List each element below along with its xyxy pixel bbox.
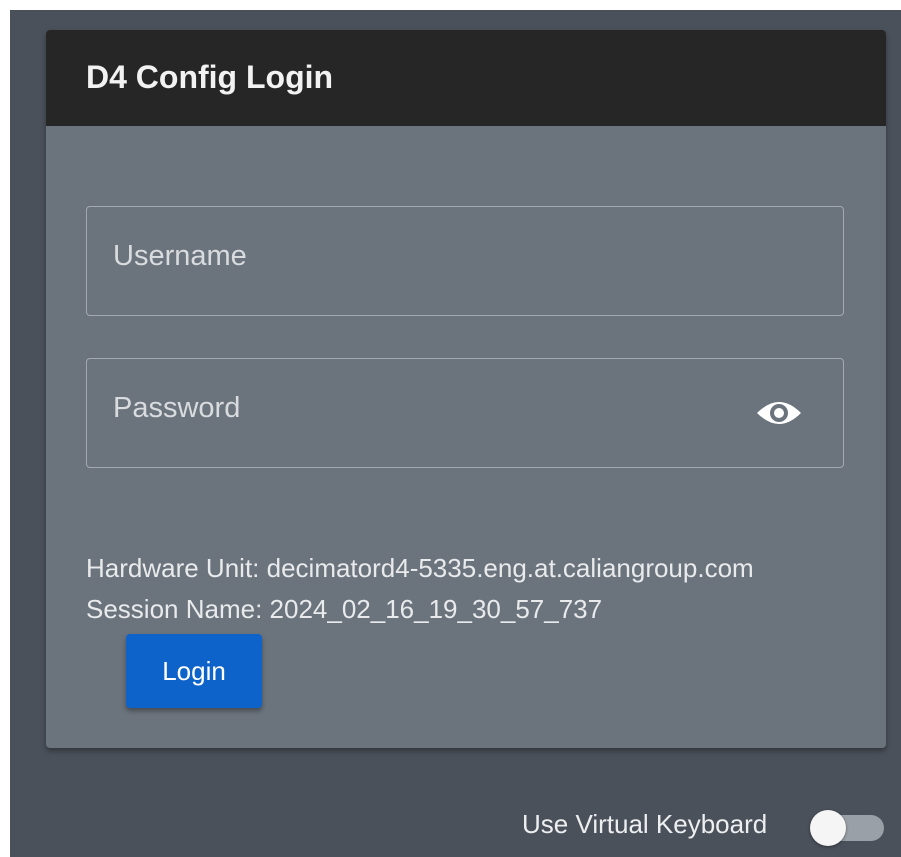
session-name-text: Session Name: 2024_02_16_19_30_57_737 — [86, 594, 603, 624]
login-button[interactable]: Login — [126, 634, 262, 708]
password-input[interactable] — [87, 359, 843, 467]
virtual-keyboard-toggle[interactable] — [810, 810, 886, 846]
card-title: D4 Config Login — [86, 59, 334, 95]
page-background: D4 Config Login Hardware Unit: decimator… — [10, 10, 901, 857]
toggle-thumb — [810, 810, 846, 846]
username-field — [86, 206, 844, 316]
card-header: D4 Config Login — [46, 30, 886, 126]
username-input[interactable] — [87, 207, 843, 315]
eye-icon[interactable] — [755, 393, 803, 433]
login-card: D4 Config Login Hardware Unit: decimator… — [46, 30, 886, 748]
password-field — [86, 358, 844, 468]
virtual-keyboard-label: Use Virtual Keyboard — [522, 809, 768, 839]
hardware-unit-text: Hardware Unit: decimatord4-5335.eng.at.c… — [86, 553, 754, 583]
